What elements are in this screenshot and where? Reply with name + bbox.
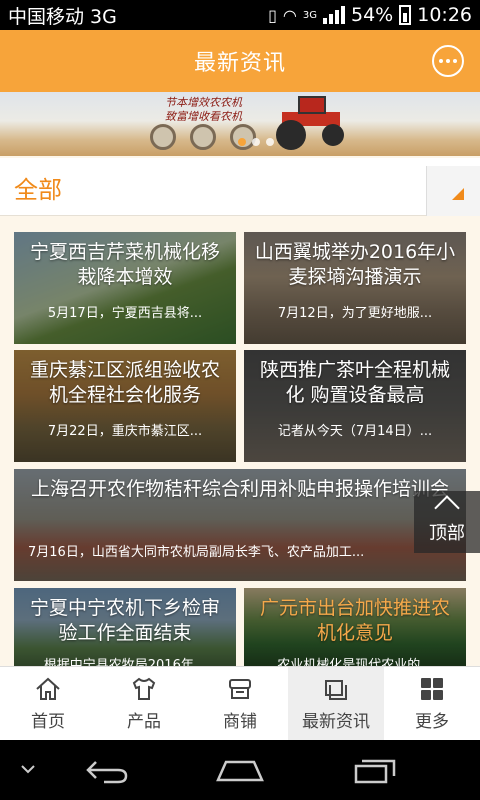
news-title: 广元市出台加快推进农机化意见	[259, 597, 450, 644]
battery-icon	[399, 5, 412, 25]
nav-item-news[interactable]: 最新资讯	[288, 667, 384, 740]
dropdown-arrow-icon[interactable]	[426, 166, 480, 216]
carousel-dot[interactable]	[252, 138, 260, 146]
shirt-icon	[132, 677, 156, 700]
news-summary: 记者从今天（7月14日）...	[277, 424, 433, 439]
banner-carousel[interactable]: 节本增效农农机 致富增收看农机	[0, 92, 480, 156]
news-title: 宁夏中宁农机下乡检审验工作全面结束	[29, 597, 220, 644]
banner-slogan: 节本增效农农机 致富增收看农机	[165, 96, 242, 123]
nav-label: 更多	[415, 712, 449, 732]
battery-percent: 54%	[351, 4, 394, 26]
news-title: 上海召开农作物秸秆综合利用补贴申报操作培训会	[30, 478, 449, 500]
carousel-dot[interactable]	[238, 138, 246, 146]
nav-label: 商铺	[223, 712, 257, 732]
page-title: 最新资讯	[193, 51, 286, 76]
app-header: 最新资讯	[0, 30, 480, 92]
news-title: 重庆綦江区派组验收农机全程社会化服务	[29, 359, 220, 406]
news-title: 山西翼城举办2016年小麦探墒沟播演示	[254, 241, 456, 288]
news-card[interactable]: 宁夏西吉芹菜机械化移栽降本增效 5月17日，宁夏西吉县将...	[14, 232, 236, 344]
news-summary: 7月16日，山西省大同市农机局副局长李飞、农产品加工...	[28, 545, 365, 560]
nav-label: 最新资讯	[302, 712, 370, 732]
nav-label: 首页	[31, 712, 65, 732]
home-system-icon[interactable]	[214, 758, 266, 784]
system-nav-bar	[0, 740, 480, 800]
nav-item-products[interactable]: 产品	[96, 667, 192, 740]
nav-item-more[interactable]: 更多	[384, 667, 480, 740]
carousel-dot[interactable]	[266, 138, 274, 146]
signal-icon	[323, 6, 345, 24]
clock: 10:26	[417, 4, 472, 26]
category-filter[interactable]: 全部	[0, 158, 480, 216]
news-summary: 7月12日，为了更好地服...	[277, 306, 433, 321]
carousel-indicator	[238, 138, 274, 146]
grid-icon	[421, 678, 443, 700]
news-card[interactable]: 广元市出台加快推进农机化意见 农业机械化是现代农业的...	[244, 588, 466, 668]
wifi-icon: ◠	[282, 5, 297, 25]
news-card[interactable]: 上海召开农作物秸秆综合利用补贴申报操作培训会 7月16日，山西省大同市农机局副局…	[14, 469, 466, 581]
status-bar: 中国移动 3G ▯ ◠ 3G 54% 10:26	[0, 0, 480, 30]
recent-apps-icon[interactable]	[352, 758, 398, 784]
news-icon	[325, 680, 347, 700]
back-to-top-button[interactable]: 顶部	[414, 491, 480, 553]
news-card[interactable]: 重庆綦江区派组验收农机全程社会化服务 7月22日，重庆市綦江区...	[14, 350, 236, 462]
bottom-nav: 首页 产品 商铺 最新资讯 更多	[0, 666, 480, 740]
nav-label: 产品	[127, 712, 161, 732]
chevron-down-icon[interactable]	[18, 758, 38, 778]
carrier-label: 中国移动 3G	[8, 5, 117, 28]
news-card[interactable]: 宁夏中宁农机下乡检审验工作全面结束 根据中宁县农牧局2016年...	[14, 588, 236, 668]
vibrate-icon: ▯	[268, 5, 277, 25]
news-card[interactable]: 山西翼城举办2016年小麦探墒沟播演示 7月12日，为了更好地服...	[244, 232, 466, 344]
home-icon	[36, 677, 60, 700]
news-title: 宁夏西吉芹菜机械化移栽降本增效	[29, 241, 220, 288]
news-summary: 5月17日，宁夏西吉县将...	[47, 306, 203, 321]
nav-item-home[interactable]: 首页	[0, 667, 96, 740]
chevron-up-icon	[434, 495, 460, 521]
category-label: 全部	[14, 176, 62, 204]
news-title: 陕西推广茶叶全程机械化 购置设备最高	[259, 359, 450, 406]
nav-item-shops[interactable]: 商铺	[192, 667, 288, 740]
news-summary: 7月22日，重庆市綦江区...	[47, 424, 203, 439]
chat-bubble-icon[interactable]	[432, 45, 464, 77]
network-type: 3G	[302, 9, 317, 21]
back-icon[interactable]	[84, 758, 130, 784]
shop-icon	[229, 679, 251, 699]
back-to-top-label: 顶部	[429, 523, 465, 544]
news-card[interactable]: 陕西推广茶叶全程机械化 购置设备最高 记者从今天（7月14日）...	[244, 350, 466, 462]
